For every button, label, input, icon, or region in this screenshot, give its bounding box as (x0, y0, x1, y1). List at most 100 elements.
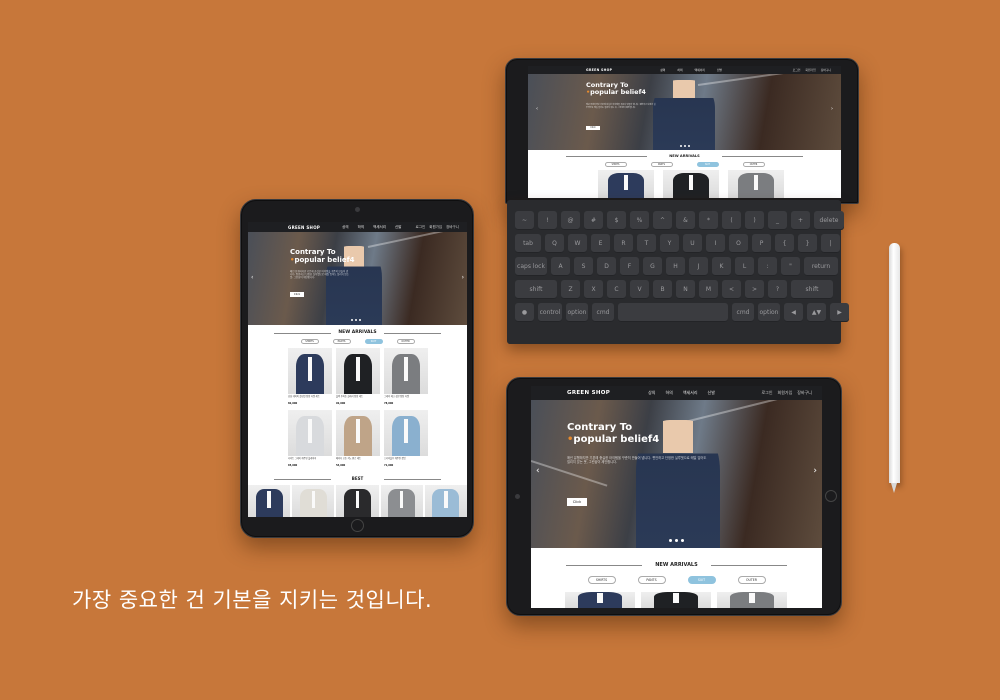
key[interactable]: " (781, 257, 800, 276)
tab-outer[interactable]: OUTER (737, 576, 766, 584)
nav-item[interactable]: 액세서리 (683, 390, 698, 396)
best-product-image[interactable] (292, 485, 335, 517)
key[interactable]: B (653, 280, 672, 299)
product-image[interactable] (336, 348, 380, 394)
tab-shirts[interactable]: SHIRTS (604, 162, 627, 167)
carousel-next-icon[interactable]: › (813, 466, 817, 476)
tab-shirts[interactable]: SHIRTS (587, 576, 616, 584)
product-image[interactable] (663, 170, 719, 198)
key[interactable]: ▶ (830, 303, 849, 322)
nav-item[interactable]: 상의 (648, 390, 655, 396)
login-link[interactable]: 로그인 (416, 225, 426, 230)
key[interactable]: ) (745, 211, 764, 230)
key[interactable]: % (630, 211, 649, 230)
key[interactable]: U (683, 234, 702, 253)
key[interactable]: } (798, 234, 817, 253)
tab-pants[interactable]: PANTS (637, 576, 666, 584)
key[interactable]: ? (768, 280, 787, 299)
key[interactable]: ~ (515, 211, 534, 230)
carousel-dots[interactable] (680, 145, 690, 147)
key[interactable]: ▲▼ (807, 303, 826, 322)
product-caption[interactable]: 베이지 코튼 치노 팬츠 세트 (336, 457, 380, 461)
key[interactable]: @ (561, 211, 580, 230)
carousel-prev-icon[interactable]: ‹ (536, 106, 538, 112)
key[interactable]: R (614, 234, 633, 253)
key[interactable]: ^ (653, 211, 672, 230)
key[interactable]: + (791, 211, 810, 230)
key[interactable]: I (706, 234, 725, 253)
best-product-image[interactable] (380, 485, 423, 517)
key[interactable]: ● (515, 303, 534, 322)
key[interactable]: V (630, 280, 649, 299)
carousel-prev-icon[interactable]: ‹ (536, 466, 540, 476)
cart-link[interactable]: 장바구니 (446, 225, 459, 230)
tab-suit[interactable]: SUIT (687, 576, 716, 584)
product-caption[interactable]: 스카이블루 캐주얼 셋업 (384, 457, 428, 461)
key[interactable]: C (607, 280, 626, 299)
site-logo[interactable]: GREEN SHOP (586, 68, 612, 72)
product-image[interactable] (598, 170, 654, 198)
key[interactable]: & (676, 211, 695, 230)
key[interactable]: P (752, 234, 771, 253)
nav-item[interactable]: 하의 (677, 68, 682, 72)
nav-item[interactable]: 상의 (660, 68, 665, 72)
key[interactable]: _ (768, 211, 787, 230)
key[interactable]: shift (791, 280, 833, 299)
product-image[interactable] (565, 592, 635, 608)
key[interactable]: A (551, 257, 570, 276)
product-image[interactable] (288, 348, 332, 394)
key[interactable]: T (637, 234, 656, 253)
key[interactable]: > (745, 280, 764, 299)
key[interactable]: J (689, 257, 708, 276)
key[interactable]: ◀ (784, 303, 803, 322)
key[interactable]: L (735, 257, 754, 276)
key[interactable]: : (758, 257, 777, 276)
product-caption[interactable]: 남성 네이비 슬림핏 정장 자켓 세트 (288, 395, 332, 399)
key[interactable]: | (821, 234, 840, 253)
hero-click-button[interactable]: Click (586, 126, 600, 130)
join-link[interactable]: 회원가입 (778, 390, 793, 396)
login-link[interactable]: 로그인 (793, 68, 801, 72)
key[interactable]: caps lock (515, 257, 547, 276)
carousel-dots[interactable] (669, 539, 684, 542)
tab-suit[interactable]: SUIT (364, 339, 383, 344)
product-image[interactable] (288, 410, 332, 456)
join-link[interactable]: 회원가입 (429, 225, 442, 230)
product-caption[interactable]: 블랙 투버튼 클래식 정장 세트 (336, 395, 380, 399)
site-logo[interactable]: GREEN SHOP (288, 225, 320, 230)
tab-shirts[interactable]: SHIRTS (300, 339, 319, 344)
key[interactable]: E (591, 234, 610, 253)
product-image[interactable] (384, 410, 428, 456)
tab-suit[interactable]: SUIT (696, 162, 719, 167)
home-button[interactable] (825, 490, 837, 502)
key[interactable]: F (620, 257, 639, 276)
carousel-next-icon[interactable]: › (831, 106, 833, 112)
nav-item[interactable]: 신발 (717, 68, 722, 72)
key[interactable]: tab (515, 234, 541, 253)
key[interactable]: $ (607, 211, 626, 230)
product-image[interactable] (717, 592, 787, 608)
key[interactable]: W (568, 234, 587, 253)
tab-pants[interactable]: PANTS (332, 339, 351, 344)
key[interactable]: { (775, 234, 794, 253)
key[interactable]: N (676, 280, 695, 299)
nav-item[interactable]: 액세서리 (373, 225, 386, 230)
product-caption[interactable]: 라이트 그레이 캐주얼 블레이저 (288, 457, 332, 461)
key[interactable]: Y (660, 234, 679, 253)
nav-item[interactable]: 신발 (395, 225, 401, 230)
carousel-prev-icon[interactable]: ‹ (251, 274, 253, 281)
nav-item[interactable]: 하의 (358, 225, 364, 230)
key[interactable]: ( (722, 211, 741, 230)
tab-outer[interactable]: OUTER (396, 339, 415, 344)
home-button[interactable] (351, 519, 364, 532)
join-link[interactable]: 회원가입 (805, 68, 815, 72)
carousel-next-icon[interactable]: › (462, 274, 464, 281)
login-link[interactable]: 로그인 (761, 390, 772, 396)
cart-link[interactable]: 장바구니 (821, 68, 831, 72)
key[interactable]: H (666, 257, 685, 276)
key[interactable]: G (643, 257, 662, 276)
key[interactable]: Z (561, 280, 580, 299)
site-logo[interactable]: GREEN SHOP (567, 390, 610, 396)
key[interactable]: X (584, 280, 603, 299)
nav-item[interactable]: 신발 (708, 390, 715, 396)
